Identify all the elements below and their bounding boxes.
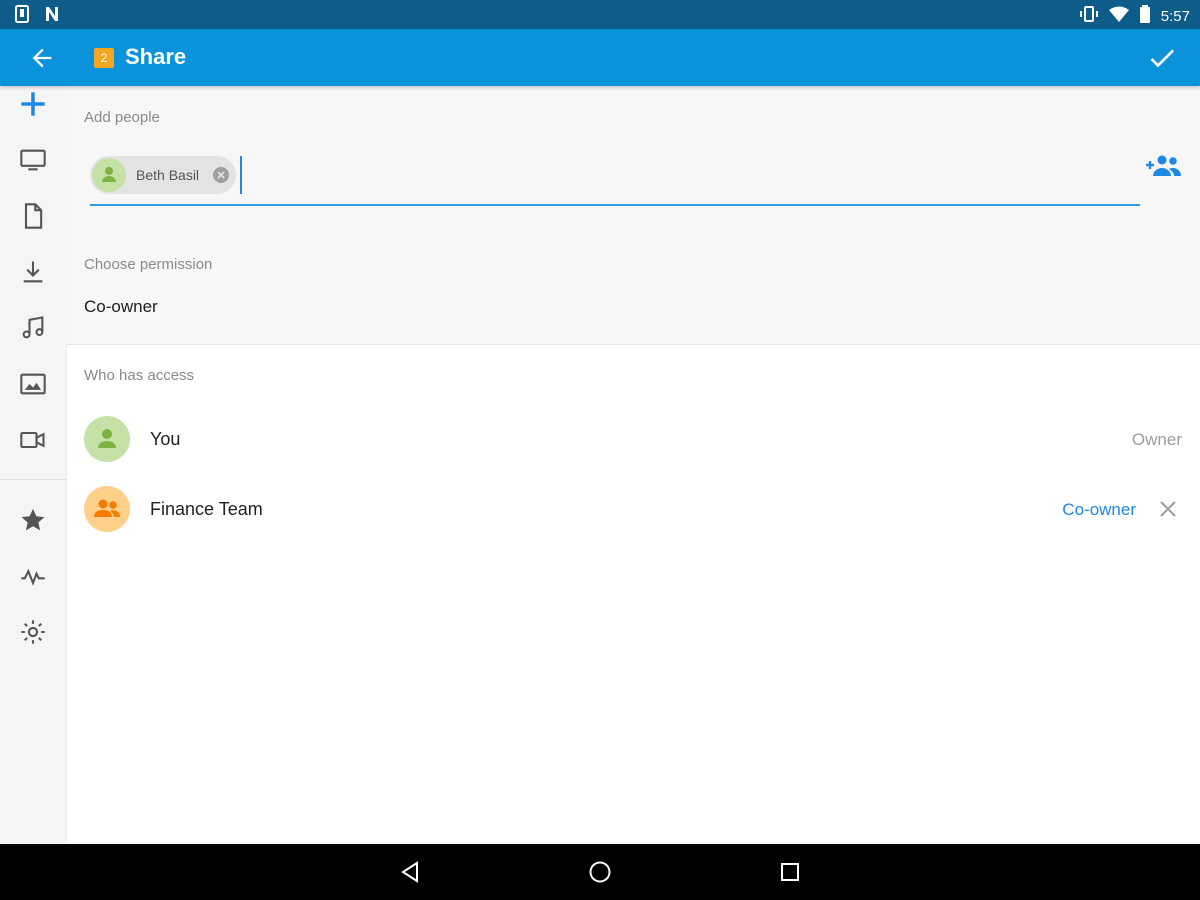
nav-divider <box>0 479 66 480</box>
monitor-icon <box>20 149 46 171</box>
nav-devices[interactable] <box>19 146 47 174</box>
text-cursor <box>240 156 242 194</box>
system-home-button[interactable] <box>588 860 612 884</box>
nav-downloads[interactable] <box>19 258 47 286</box>
settings-icon <box>21 620 45 644</box>
arrow-left-icon <box>32 48 52 68</box>
music-icon <box>22 316 44 339</box>
avatar <box>84 486 130 532</box>
check-icon <box>1150 49 1174 68</box>
member-name: You <box>150 429 181 449</box>
who-has-access-label: Who has access <box>84 367 195 384</box>
document-icon <box>24 203 43 229</box>
nav-documents[interactable] <box>19 202 47 230</box>
person-chip[interactable]: Beth Basil <box>90 156 236 194</box>
tablet-icon <box>14 5 30 28</box>
share-form: Add people Beth Basil Choose permission … <box>66 86 1200 345</box>
member-name: Finance Team <box>150 499 263 519</box>
add-people-button[interactable] <box>1144 152 1182 180</box>
status-bar: 5:57 <box>0 0 1200 29</box>
download-icon <box>23 261 43 283</box>
add-people-input[interactable] <box>90 204 1140 206</box>
member-role-select[interactable]: Co-owner <box>1062 500 1136 520</box>
image-icon <box>20 373 46 395</box>
count-badge: 2 <box>94 48 114 68</box>
add-people-icon <box>1146 155 1181 176</box>
recents-square-icon <box>781 863 799 881</box>
battery-icon <box>1139 5 1151 27</box>
nav-activity[interactable] <box>19 562 47 590</box>
system-back-button[interactable] <box>398 860 422 884</box>
chip-remove-button[interactable] <box>212 166 230 184</box>
back-button[interactable] <box>28 44 56 72</box>
vibrate-icon <box>1079 5 1099 27</box>
video-icon <box>20 431 45 449</box>
avatar <box>92 158 126 192</box>
access-row-you: You Owner <box>66 409 1200 469</box>
nav-favorites[interactable] <box>19 506 47 534</box>
system-recents-button[interactable] <box>778 860 802 884</box>
activity-icon <box>21 568 45 586</box>
permission-select[interactable]: Co-owner <box>84 297 158 317</box>
close-circle-icon <box>213 167 229 183</box>
avatar <box>84 416 130 462</box>
nav-videos[interactable] <box>19 426 47 454</box>
system-nav-bar <box>0 844 1200 900</box>
star-icon <box>21 508 45 531</box>
close-icon <box>1160 501 1176 517</box>
confirm-button[interactable] <box>1146 42 1178 74</box>
add-icon <box>21 92 45 116</box>
n-notification-icon <box>44 6 60 27</box>
wifi-icon <box>1108 6 1129 26</box>
nav-rail <box>0 86 67 844</box>
back-triangle-icon <box>401 861 418 883</box>
choose-permission-label: Choose permission <box>84 256 213 273</box>
person-icon <box>102 167 116 182</box>
nav-add[interactable] <box>19 90 47 118</box>
nav-music[interactable] <box>19 314 47 342</box>
access-row-finance-team: Finance Team Co-owner <box>66 479 1200 539</box>
home-circle-icon <box>589 861 611 883</box>
chip-name: Beth Basil <box>136 167 200 183</box>
add-people-label: Add people <box>84 109 160 126</box>
person-icon <box>98 429 116 448</box>
page-title: Share <box>125 44 187 69</box>
app-bar: 2 Share <box>0 29 1200 86</box>
member-role: Owner <box>1131 430 1182 449</box>
clock-time: 5:57 <box>1160 7 1190 25</box>
nav-photos[interactable] <box>19 370 47 398</box>
group-icon <box>94 499 120 517</box>
nav-settings[interactable] <box>19 618 47 646</box>
remove-member-button[interactable] <box>1158 499 1178 519</box>
